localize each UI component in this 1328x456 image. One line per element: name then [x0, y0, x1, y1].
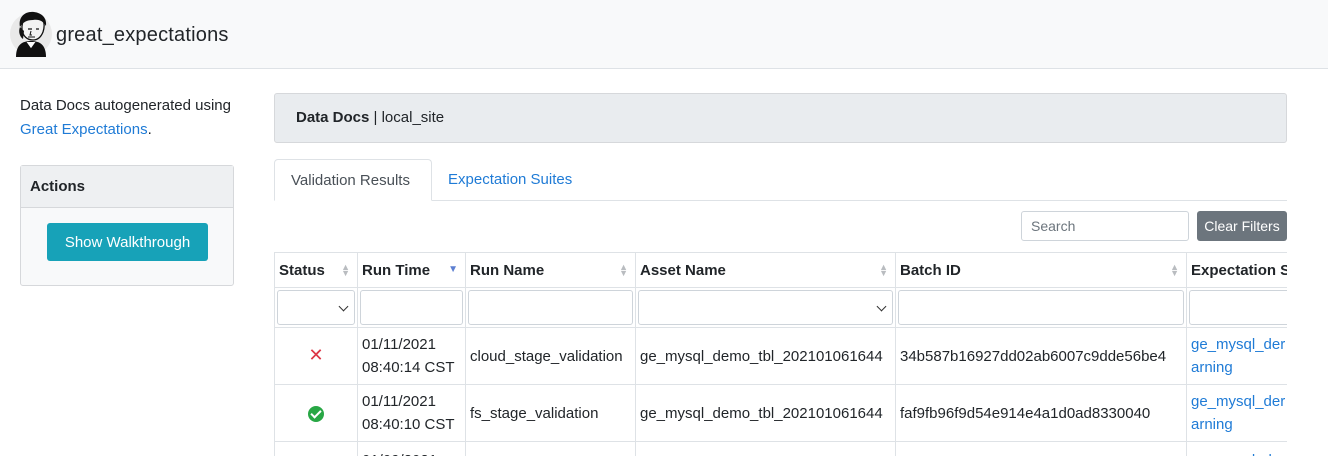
filter-cell — [465, 287, 636, 328]
table-header-row: Status ▲ ▼ Run Time ▼ Run Name ▲ ▼ Asset Name… — [274, 252, 1287, 288]
top-navbar: great_expectations — [0, 0, 1328, 69]
suite-line1: ge_mysql_der — [1191, 393, 1286, 410]
sort-icon[interactable]: ▲ ▼ — [619, 263, 628, 278]
column-label: Run Time — [362, 261, 431, 279]
run-name-cell: fs_stage_validation — [465, 384, 636, 442]
run-name-filter-input[interactable] — [468, 290, 633, 325]
tab-validation-results[interactable]: Validation Results — [274, 159, 432, 201]
sort-icon[interactable]: ▲ ▼ — [341, 263, 350, 278]
status-cell — [274, 384, 358, 442]
column-label: Status — [279, 261, 325, 279]
run-name-cell — [465, 441, 636, 456]
run-time-cell: 01/11/2021 08:40:14 CST — [357, 327, 466, 385]
failed-x-icon: ✕ — [308, 345, 324, 365]
table-row[interactable]: 01/11/2021 08:40:10 CST fs_stage_validati… — [274, 384, 1287, 442]
sidebar-intro: Data Docs autogenerated using Great Expe… — [20, 94, 235, 142]
filter-row — [274, 287, 1287, 328]
great-expectations-link[interactable]: Great Expectations — [20, 121, 148, 138]
expectation-suite-link[interactable]: ge_mysql_derarning — [1186, 327, 1287, 385]
tab-expectation-suites[interactable]: Expectation Suites — [432, 159, 588, 201]
asset-name-cell — [635, 441, 896, 456]
show-walkthrough-button[interactable]: Show Walkthrough — [47, 223, 208, 261]
breadcrumb: Data Docs | local_site — [274, 93, 1287, 143]
asset-name-cell: ge_mysql_demo_tbl_202101061644 — [635, 384, 896, 442]
run-time-filter-input[interactable] — [360, 290, 463, 325]
sort-descending-icon[interactable]: ▼ — [448, 265, 458, 275]
column-label: Asset Name — [640, 261, 726, 279]
batch-id-cell — [895, 441, 1187, 456]
batch-id-cell: 34b587b16927dd02ab6007c9dde56be4 — [895, 327, 1187, 385]
run-time-date: 01/11/2021 — [362, 336, 436, 353]
brand-name: great_expectations — [56, 23, 229, 46]
run-time-time: 08:40:10 CST — [362, 416, 455, 433]
column-label: Run Name — [470, 261, 545, 279]
validation-results-table: Status ▲ ▼ Run Time ▼ Run Name ▲ ▼ Asset Name… — [274, 252, 1287, 456]
column-header-status[interactable]: Status ▲ ▼ — [274, 252, 358, 288]
expectation-suite-link[interactable]: ge_mysql_derarning — [1186, 384, 1287, 442]
breadcrumb-separator: | — [369, 109, 382, 126]
run-time-date: 01/11/2021 — [362, 393, 436, 410]
sort-icon[interactable]: ▲ ▼ — [879, 263, 888, 278]
column-header-asset-name[interactable]: Asset Name ▲ ▼ — [635, 252, 896, 288]
run-time-cell: 01/09/2021 — [357, 441, 466, 456]
status-cell: ✕ — [274, 327, 358, 385]
suite-line2: arning — [1191, 416, 1233, 433]
intro-text: Data Docs autogenerated using — [20, 97, 231, 114]
run-time-time: 08:40:14 CST — [362, 359, 455, 376]
status-filter-select[interactable] — [277, 290, 355, 325]
suite-line1: ge_mysql_der — [1191, 336, 1286, 353]
column-header-run-name[interactable]: Run Name ▲ ▼ — [465, 252, 636, 288]
column-label: Expectation S — [1191, 261, 1287, 279]
filter-cell — [357, 287, 466, 328]
intro-end: . — [147, 121, 152, 138]
batch-id-filter-input[interactable] — [898, 290, 1184, 325]
actions-title: Actions — [21, 166, 233, 208]
great-expectations-logo-icon — [10, 11, 52, 57]
validation-results-table-container[interactable]: Status ▲ ▼ Run Time ▼ Run Name ▲ ▼ Asset Name… — [274, 252, 1287, 456]
breadcrumb-title: Data Docs — [296, 109, 370, 126]
search-input[interactable] — [1021, 211, 1189, 241]
asset-name-cell: ge_mysql_demo_tbl_202101061644 — [635, 327, 896, 385]
filter-cell — [895, 287, 1187, 328]
filter-cell — [635, 287, 896, 328]
run-name-cell: cloud_stage_validation — [465, 327, 636, 385]
tab-bar: Validation Results Expectation Suites — [274, 159, 1287, 201]
filter-cell — [1186, 287, 1287, 328]
expectation-suite-link[interactable]: ge_mysql_der — [1186, 441, 1287, 456]
brand-link[interactable]: great_expectations — [8, 9, 229, 61]
breadcrumb-site: local_site — [381, 109, 445, 126]
table-row[interactable]: ✕ 01/11/2021 08:40:14 CST cloud_stage_val… — [274, 327, 1287, 385]
asset-name-filter-select[interactable] — [638, 290, 893, 325]
status-cell — [274, 441, 358, 456]
batch-id-cell: faf9fb96f9d54e914e4a1d0ad8330040 — [895, 384, 1187, 442]
success-check-icon — [308, 405, 324, 422]
filter-cell — [274, 287, 358, 328]
suite-line2: arning — [1191, 359, 1233, 376]
actions-card: Actions Show Walkthrough — [20, 165, 234, 286]
expectation-suite-filter-input[interactable] — [1189, 290, 1287, 325]
column-header-expectation-suite[interactable]: Expectation S — [1186, 252, 1287, 288]
column-label: Batch ID — [900, 261, 961, 279]
table-row[interactable]: 01/09/2021 ge_mysql_der — [274, 441, 1287, 456]
clear-filters-button[interactable]: Clear Filters — [1197, 211, 1287, 241]
column-header-batch-id[interactable]: Batch ID ▲ ▼ — [895, 252, 1187, 288]
column-header-run-time[interactable]: Run Time ▼ — [357, 252, 466, 288]
run-time-cell: 01/11/2021 08:40:10 CST — [357, 384, 466, 442]
sort-icon[interactable]: ▲ ▼ — [1170, 263, 1179, 278]
